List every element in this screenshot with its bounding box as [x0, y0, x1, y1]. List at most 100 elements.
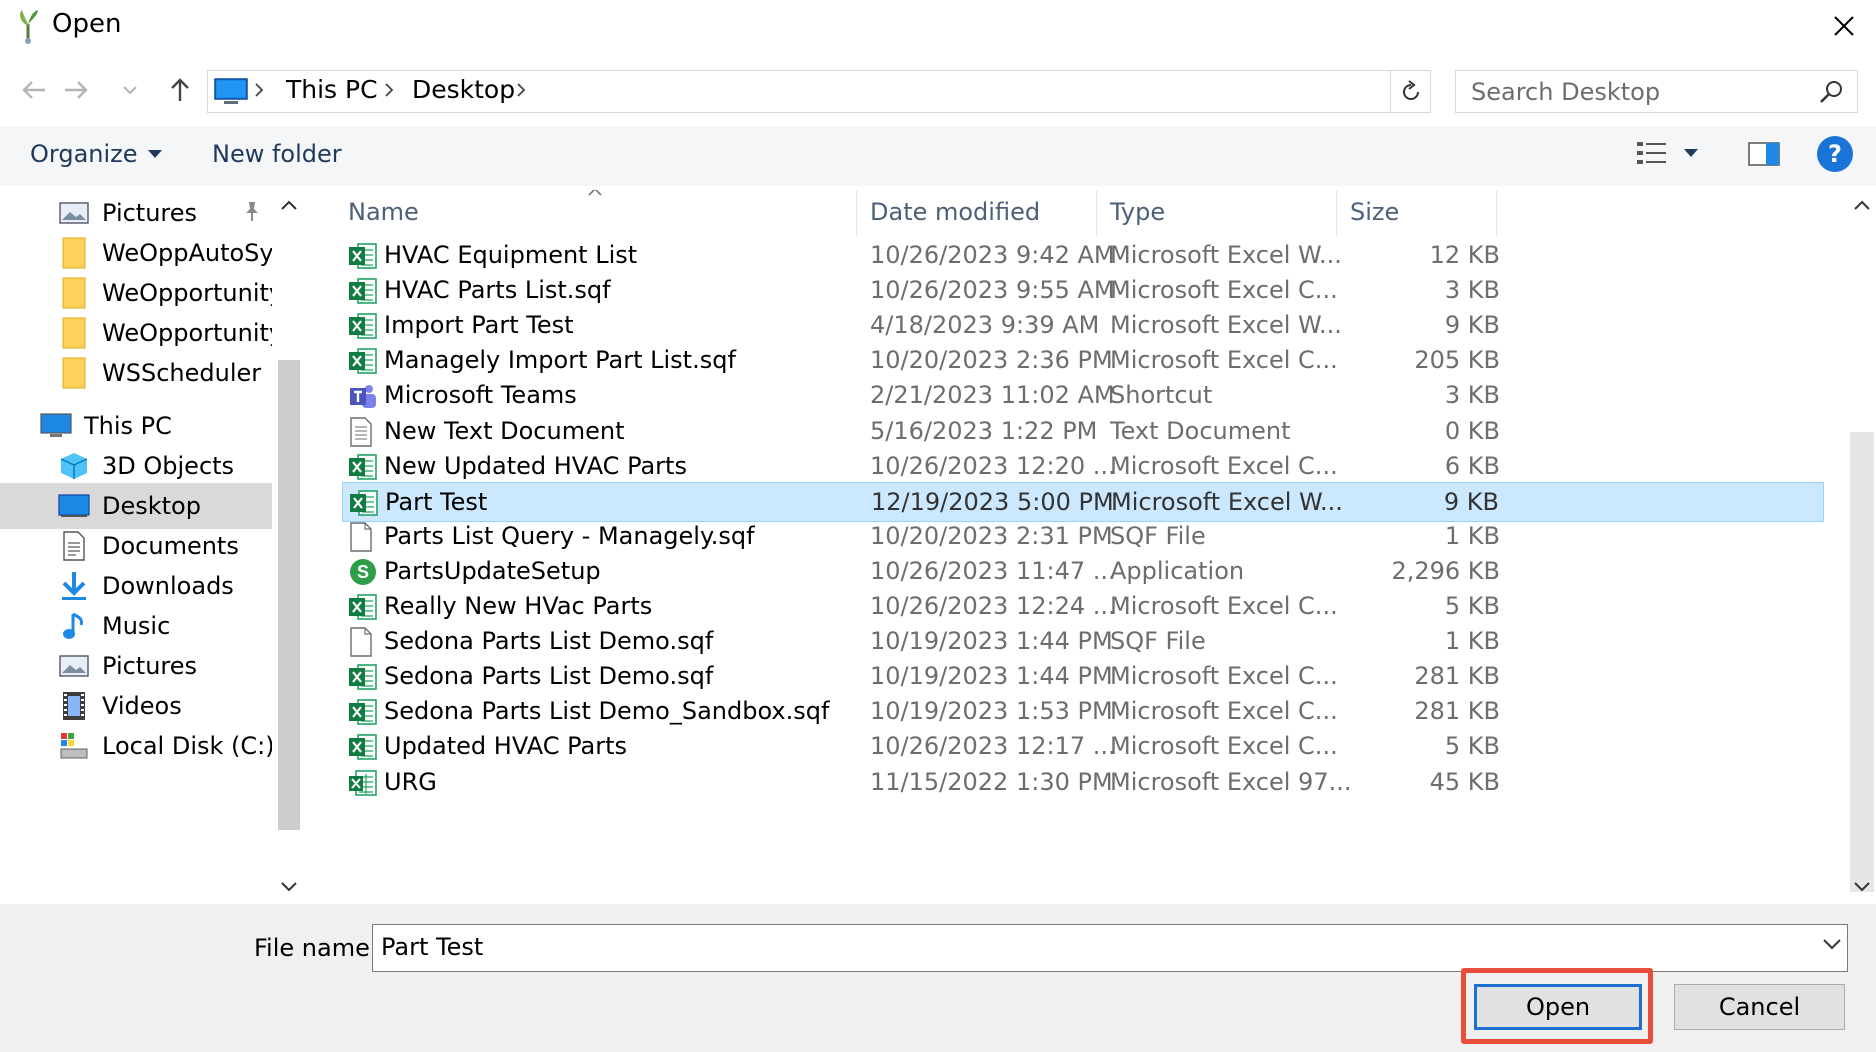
search-box[interactable]: Search Desktop — [1455, 70, 1858, 113]
blank-file-icon — [348, 627, 378, 657]
file-row[interactable]: Part Test 12/19/2023 5:00 PM Microsoft Exc… — [342, 481, 1824, 522]
open-button[interactable]: Open — [1474, 984, 1642, 1030]
file-list: Name Date modified Type Size HVAC Equipm… — [336, 190, 1848, 904]
scroll-up-icon[interactable] — [281, 200, 297, 210]
file-size: 9 KB — [1444, 311, 1500, 340]
caret-down-icon — [147, 149, 162, 158]
file-date-modified: 10/26/2023 9:42 AM — [870, 241, 1115, 269]
breadcrumb-this-pc[interactable]: This PC — [286, 75, 378, 104]
scroll-down-icon[interactable] — [281, 882, 297, 892]
preview-pane-button[interactable] — [1748, 140, 1780, 172]
desktop-icon — [58, 490, 90, 522]
refresh-button[interactable] — [1391, 70, 1431, 113]
column-divider[interactable] — [856, 190, 857, 236]
file-name: Parts List Query - Managely.sqf — [384, 521, 755, 550]
file-row[interactable]: Really New HVac Parts 10/26/2023 12:24 ..… — [342, 587, 1824, 627]
search-input[interactable]: Search Desktop — [1471, 78, 1660, 106]
caret-down-icon — [1684, 148, 1698, 157]
file-size: 45 KB — [1429, 767, 1500, 796]
monitor-icon — [214, 78, 248, 110]
help-button[interactable]: ? — [1817, 136, 1853, 172]
nav-item-label: WSScheduler — [102, 359, 262, 387]
file-row[interactable]: Managely Import Part List.sqf 10/20/2023 … — [342, 341, 1824, 381]
file-row[interactable]: Sedona Parts List Demo.sqf 10/19/2023 1:4… — [342, 622, 1824, 662]
cancel-button[interactable]: Cancel — [1674, 984, 1845, 1030]
organize-menu-button[interactable]: Organize — [30, 140, 162, 168]
chevron-right-icon — [385, 83, 394, 97]
recent-locations-button[interactable] — [118, 70, 142, 110]
file-type: Microsoft Excel C... — [1110, 276, 1338, 305]
column-divider[interactable] — [1096, 190, 1097, 236]
file-row[interactable]: HVAC Equipment List 10/26/2023 9:42 AM Mic… — [342, 236, 1824, 276]
nav-item-label: Desktop — [102, 492, 201, 520]
file-name: Updated HVAC Parts — [384, 732, 627, 761]
back-button[interactable] — [14, 70, 54, 110]
up-button[interactable] — [160, 70, 200, 110]
file-row[interactable]: Sedona Parts List Demo.sqf 10/19/2023 1:4… — [342, 657, 1824, 697]
navigation-pane: Pictures WeOppAutoSyn WeOpportunity WeOp… — [0, 190, 306, 904]
file-name-combobox[interactable]: Part Test — [372, 924, 1848, 972]
nav-item-local-disk[interactable]: Local Disk (C:) — [0, 723, 272, 769]
back-arrow-icon — [22, 81, 45, 99]
pin-icon[interactable] — [242, 200, 262, 228]
file-list-scrollbar[interactable] — [1848, 190, 1876, 904]
folder-icon — [58, 317, 90, 349]
excel-icon — [349, 488, 379, 518]
file-date-modified: 10/26/2023 9:55 AM — [870, 276, 1115, 305]
file-row[interactable]: S PartsUpdateSetup 10/26/2023 11:47 ... App… — [342, 552, 1824, 592]
file-type: Microsoft Excel C... — [1110, 592, 1338, 620]
file-name: Managely Import Part List.sqf — [384, 346, 736, 375]
close-button[interactable] — [1820, 4, 1868, 48]
change-view-button[interactable] — [1636, 140, 1698, 166]
file-name-label: File name: — [254, 934, 378, 962]
new-folder-button[interactable]: New folder — [212, 140, 342, 168]
file-row[interactable]: Microsoft Teams 2/21/2023 11:02 AM Shortcu… — [342, 376, 1824, 416]
file-date-modified: 10/19/2023 1:44 PM — [870, 627, 1113, 656]
file-name: Sedona Parts List Demo.sqf — [384, 662, 714, 691]
blank-file-icon — [348, 522, 378, 552]
file-size: 1 KB — [1444, 627, 1500, 656]
file-date-modified: 10/26/2023 12:24 ... — [870, 592, 1116, 620]
file-row[interactable]: Parts List Query - Managely.sqf 10/20/202… — [342, 517, 1824, 557]
file-row[interactable]: New Text Document 5/16/2023 1:22 PM Text D… — [342, 412, 1824, 452]
file-name: New Text Document — [384, 416, 625, 445]
navigation-pane-scrollbar[interactable] — [272, 190, 306, 904]
file-date-modified: 10/26/2023 12:17 ... — [870, 732, 1116, 761]
file-row[interactable]: Sedona Parts List Demo_Sandbox.sqf 10/19/… — [342, 692, 1824, 732]
title-bar: Open — [0, 0, 1876, 54]
scroll-up-icon[interactable] — [1854, 200, 1870, 210]
column-divider[interactable] — [1336, 190, 1337, 236]
column-divider[interactable] — [1496, 190, 1497, 236]
file-row[interactable]: Import Part Test 4/18/2023 9:39 AM Microso… — [342, 306, 1824, 346]
scroll-down-icon[interactable] — [1854, 882, 1870, 892]
chevron-right-icon — [517, 83, 526, 97]
column-header-type[interactable]: Type — [1110, 198, 1165, 226]
forward-button[interactable] — [56, 70, 96, 110]
file-name-input[interactable]: Part Test — [381, 933, 483, 961]
column-header-size[interactable]: Size — [1350, 198, 1399, 226]
search-icon[interactable] — [1819, 79, 1845, 109]
excel-icon — [348, 697, 378, 727]
file-date-modified: 11/15/2022 1:30 PM — [870, 767, 1113, 796]
file-row[interactable]: HVAC Parts List.sqf 10/26/2023 9:55 AM Mic… — [342, 271, 1824, 311]
file-row[interactable]: Updated HVAC Parts 10/26/2023 12:17 ... Mi… — [342, 727, 1824, 767]
excel-icon — [348, 276, 378, 306]
column-header-date-modified[interactable]: Date modified — [870, 198, 1040, 226]
scrollbar-thumb[interactable] — [1850, 432, 1874, 892]
window-title: Open — [52, 9, 122, 39]
up-arrow-icon — [171, 78, 189, 101]
breadcrumb-desktop[interactable]: Desktop — [412, 75, 515, 104]
file-size: 9 KB — [1443, 487, 1499, 516]
close-icon — [1834, 16, 1854, 36]
file-row[interactable]: New Updated HVAC Parts 10/26/2023 12:20 .… — [342, 447, 1824, 487]
file-type: SQF File — [1110, 627, 1206, 656]
file-name-dropdown-button[interactable] — [1823, 935, 1841, 954]
nav-item-label: Documents — [102, 532, 239, 560]
nav-item-wsscheduler[interactable]: WSScheduler — [0, 350, 272, 396]
file-row[interactable]: URG 11/15/2022 1:30 PM Microsoft Excel 97.… — [342, 763, 1824, 803]
organize-label: Organize — [30, 140, 138, 168]
column-header-name[interactable]: Name — [348, 198, 419, 226]
file-type: Microsoft Excel C... — [1110, 697, 1338, 726]
address-bar[interactable]: This PC Desktop — [207, 70, 1583, 113]
scrollbar-thumb[interactable] — [278, 360, 300, 830]
